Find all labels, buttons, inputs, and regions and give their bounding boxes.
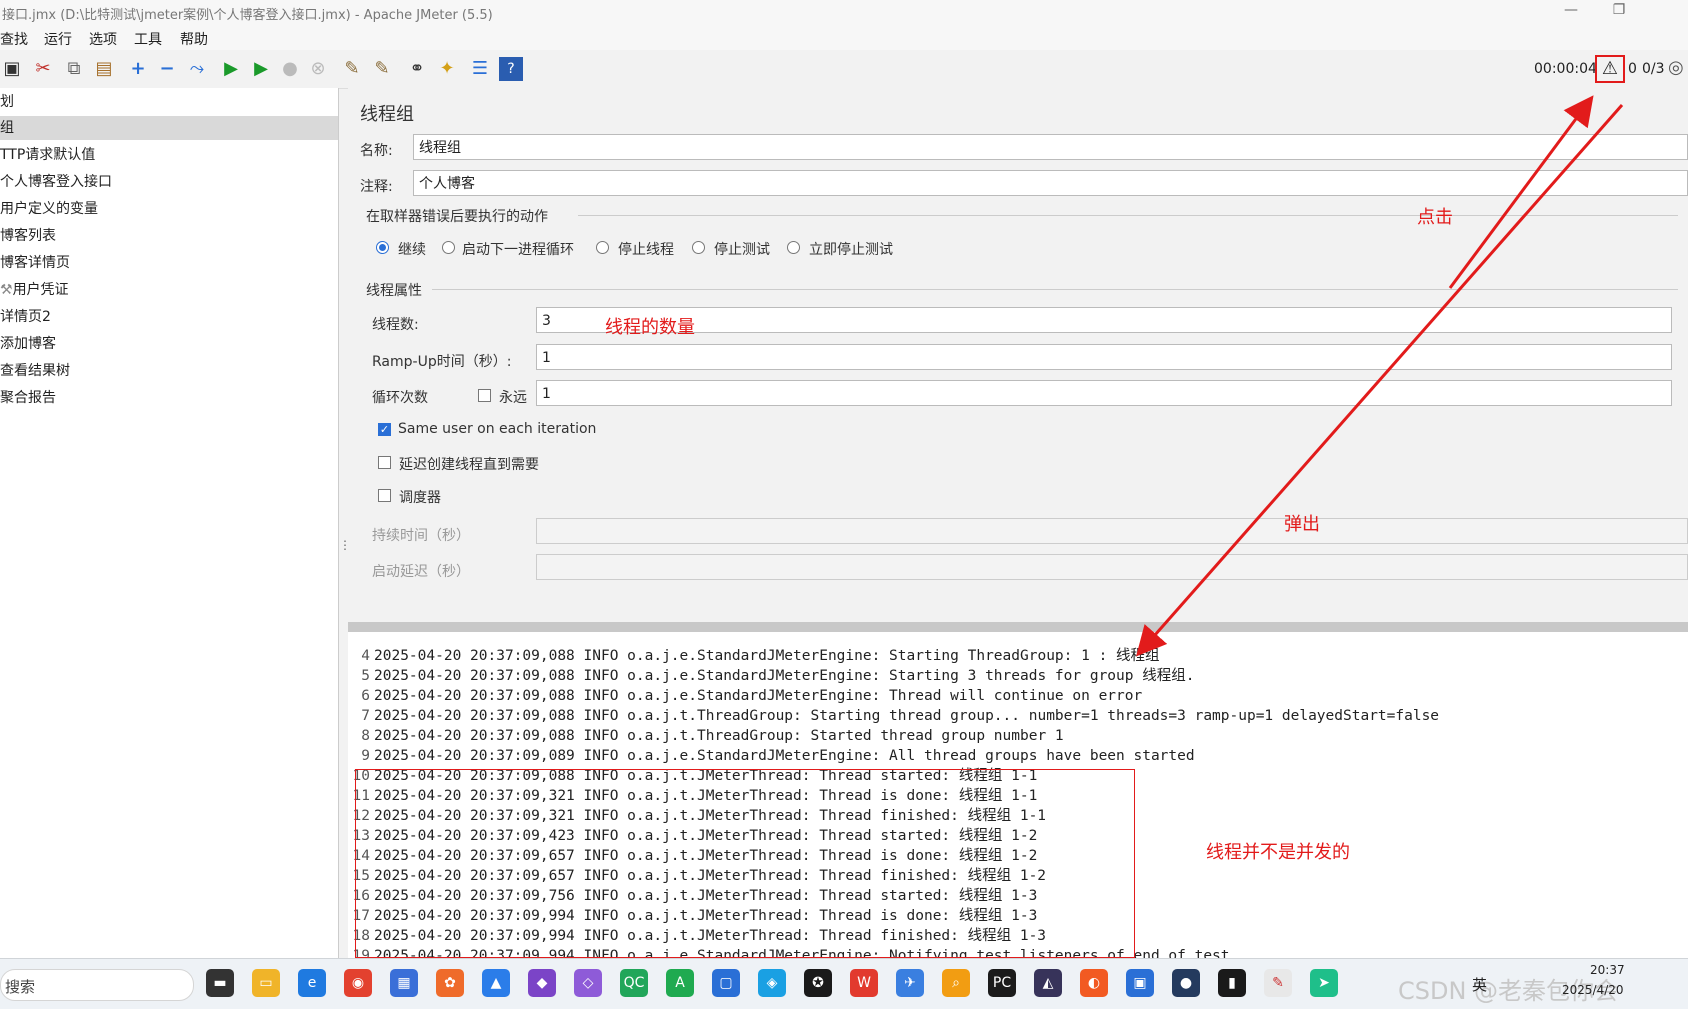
chrome-icon[interactable]: ◉ [344,969,372,997]
arrow-to-warning [1448,95,1594,289]
language-indicator[interactable]: 英 [1472,974,1487,995]
file-explorer-icon[interactable]: ▭ [252,969,280,997]
pycharm-icon[interactable]: PC [988,969,1016,997]
pen-icon[interactable]: ✎ [1264,969,1292,997]
window-app-icon[interactable]: ▢ [712,969,740,997]
wps-sheet-icon[interactable]: A [666,969,694,997]
github-icon[interactable]: ● [1172,969,1200,997]
photos-icon[interactable]: ✿ [436,969,464,997]
annotation-thread-count: 线程的数量 [605,317,695,338]
network-app-icon[interactable]: ◈ [758,969,786,997]
store-icon[interactable]: ▦ [390,969,418,997]
clock-date[interactable]: 2025/4/20 [1562,983,1624,997]
vs-code-icon[interactable]: ◇ [574,969,602,997]
wps-icon[interactable]: W [850,969,878,997]
annotation-not-concurrent: 线程并不是并发的 [1206,842,1350,863]
annotation-click: 点击 [1417,207,1453,228]
terminal-cat-icon[interactable]: ✪ [804,969,832,997]
taskbar: 搜索 ▬ ▭ e ◉ ▦ ✿ ▲ ◆ ◇ QC A ▢ ◈ ✪ W ✈ ⌕ PC… [0,958,1688,1009]
annotation-popup: 弹出 [1284,514,1320,535]
window2-icon[interactable]: ▣ [1126,969,1154,997]
console-icon[interactable]: ▮ [1218,969,1246,997]
image-viewer-icon[interactable]: ▲ [482,969,510,997]
compass-icon[interactable]: ◐ [1080,969,1108,997]
search-tool-icon[interactable]: ⌕ [942,969,970,997]
visual-studio-icon[interactable]: ◆ [528,969,556,997]
arrow-to-log [1136,104,1624,657]
qc-icon[interactable]: QC [620,969,648,997]
clock-time[interactable]: 20:37 [1590,963,1625,977]
task-view-icon[interactable]: ▬ [206,969,234,997]
taskbar-search[interactable]: 搜索 [0,969,194,1001]
taskbar-search-label: 搜索 [5,978,36,996]
cat-app-icon[interactable]: ◭ [1034,969,1062,997]
dingtalk-icon[interactable]: ✈ [896,969,924,997]
edge-icon[interactable]: e [298,969,326,997]
swift-icon[interactable]: ➤ [1310,969,1338,997]
annotation-arrows [1136,95,1624,657]
